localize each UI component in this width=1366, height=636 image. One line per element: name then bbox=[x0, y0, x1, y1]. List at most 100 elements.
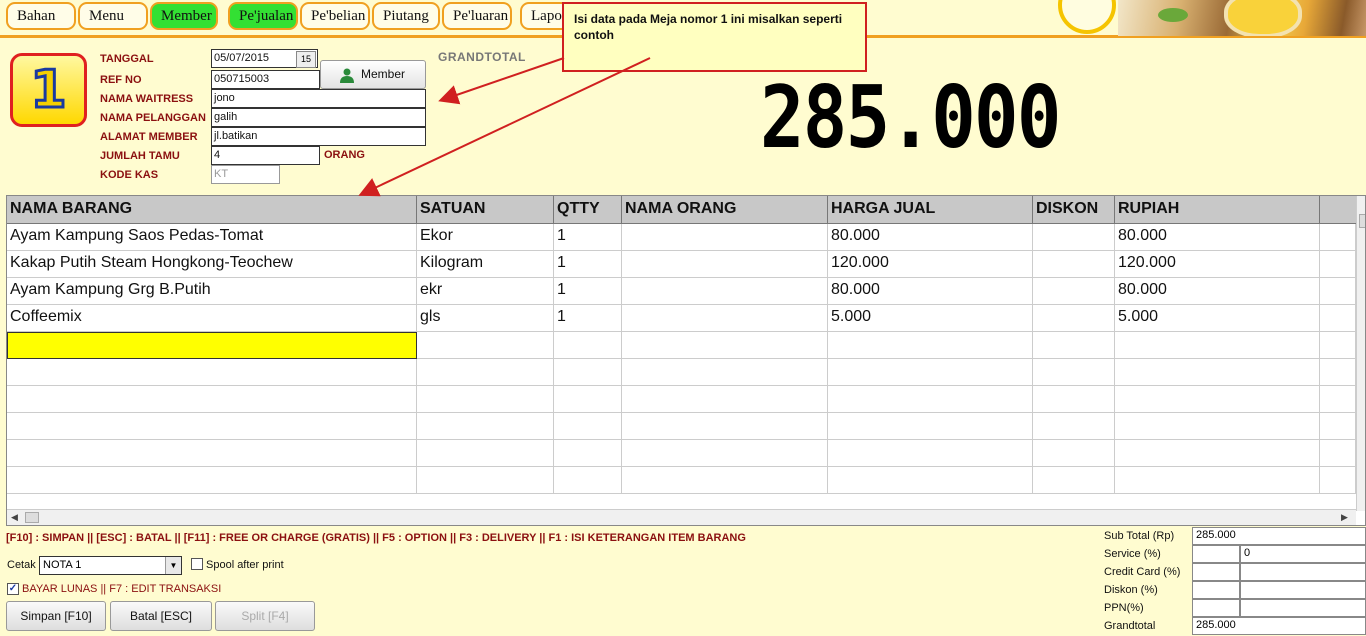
col-header-harga-jual[interactable]: HARGA JUAL bbox=[828, 196, 1033, 224]
cell-rupiah[interactable]: 80.000 bbox=[1115, 224, 1320, 251]
cell-rupiah[interactable] bbox=[1115, 413, 1320, 440]
cell-qtty[interactable]: 1 bbox=[554, 224, 622, 251]
cell-rupiah[interactable]: 5.000 bbox=[1115, 305, 1320, 332]
jumlah-tamu-field[interactable]: 4 bbox=[211, 146, 320, 165]
service-percent-field[interactable] bbox=[1192, 545, 1240, 563]
cell-nama-barang[interactable] bbox=[7, 413, 417, 440]
cell-qtty[interactable]: 1 bbox=[554, 251, 622, 278]
vertical-scrollbar[interactable] bbox=[1356, 196, 1365, 511]
ppn-percent-field[interactable] bbox=[1192, 599, 1240, 617]
cetak-select[interactable]: NOTA 1 ▼ bbox=[39, 556, 182, 575]
waitress-field[interactable]: jono bbox=[211, 89, 426, 108]
refno-field[interactable]: 050715003 bbox=[211, 70, 320, 89]
cell-diskon[interactable] bbox=[1033, 251, 1115, 278]
cell-nama-barang[interactable]: Ayam Kampung Grg B.Putih bbox=[7, 278, 417, 305]
cell-harga-jual[interactable]: 5.000 bbox=[828, 305, 1033, 332]
cell-satuan[interactable]: ekr bbox=[417, 278, 554, 305]
cell-nama-barang[interactable] bbox=[7, 440, 417, 467]
cell-satuan[interactable]: Kilogram bbox=[417, 251, 554, 278]
cell-harga-jual[interactable] bbox=[828, 413, 1033, 440]
cell-nama-orang[interactable] bbox=[622, 251, 828, 278]
cell-qtty[interactable] bbox=[554, 467, 622, 494]
cell-qtty[interactable] bbox=[554, 440, 622, 467]
simpan-button[interactable]: Simpan [F10] bbox=[6, 601, 106, 631]
cell-nama-orang[interactable] bbox=[622, 305, 828, 332]
col-header-diskon[interactable]: DISKON bbox=[1033, 196, 1115, 224]
alamat-field[interactable]: jl.batikan bbox=[211, 127, 426, 146]
col-header-nama-orang[interactable]: NAMA ORANG bbox=[622, 196, 828, 224]
cell-harga-jual[interactable] bbox=[828, 332, 1033, 359]
menu-tab-penjualan[interactable]: Pe'jualan bbox=[228, 2, 298, 30]
cell-nama-barang[interactable] bbox=[7, 467, 417, 494]
cell-rupiah[interactable] bbox=[1115, 467, 1320, 494]
cell-satuan[interactable] bbox=[417, 467, 554, 494]
cell-nama-orang[interactable] bbox=[622, 224, 828, 251]
horizontal-scroll-thumb[interactable] bbox=[25, 512, 39, 523]
diskon-percent-field[interactable] bbox=[1192, 581, 1240, 599]
bayar-lunas-checkbox[interactable]: ✓ bbox=[7, 583, 19, 595]
cell-satuan[interactable] bbox=[417, 386, 554, 413]
cell-diskon[interactable] bbox=[1033, 278, 1115, 305]
credit-card-percent-field[interactable] bbox=[1192, 563, 1240, 581]
cell-harga-jual[interactable]: 120.000 bbox=[828, 251, 1033, 278]
cell-qtty[interactable] bbox=[554, 332, 622, 359]
cell-diskon[interactable] bbox=[1033, 224, 1115, 251]
spool-checkbox[interactable] bbox=[191, 558, 203, 570]
cell-diskon[interactable] bbox=[1033, 332, 1115, 359]
scroll-right-arrow-icon[interactable]: ▶ bbox=[1341, 512, 1348, 523]
cell-diskon[interactable] bbox=[1033, 467, 1115, 494]
cell-diskon[interactable] bbox=[1033, 413, 1115, 440]
cell-nama-orang[interactable] bbox=[622, 413, 828, 440]
cell-satuan[interactable] bbox=[417, 413, 554, 440]
cell-rupiah[interactable] bbox=[1115, 386, 1320, 413]
cell-harga-jual[interactable]: 80.000 bbox=[828, 224, 1033, 251]
col-header-rupiah[interactable]: RUPIAH bbox=[1115, 196, 1320, 224]
cell-nama-barang[interactable]: Ayam Kampung Saos Pedas-Tomat bbox=[7, 224, 417, 251]
cell-qtty[interactable] bbox=[554, 386, 622, 413]
menu-tab-pembelian[interactable]: Pe'belian bbox=[300, 2, 370, 30]
cell-diskon[interactable] bbox=[1033, 305, 1115, 332]
member-button[interactable]: Member bbox=[320, 60, 426, 89]
cell-nama-barang[interactable]: Kakap Putih Steam Hongkong-Teochew bbox=[7, 251, 417, 278]
cell-rupiah[interactable]: 80.000 bbox=[1115, 278, 1320, 305]
cell-nama-orang[interactable] bbox=[622, 440, 828, 467]
cell-nama-barang[interactable] bbox=[7, 332, 417, 359]
cell-satuan[interactable] bbox=[417, 359, 554, 386]
cell-diskon[interactable] bbox=[1033, 386, 1115, 413]
cell-qtty[interactable]: 1 bbox=[554, 305, 622, 332]
cell-satuan[interactable] bbox=[417, 332, 554, 359]
cell-satuan[interactable]: gls bbox=[417, 305, 554, 332]
cell-rupiah[interactable] bbox=[1115, 359, 1320, 386]
chevron-down-icon[interactable]: ▼ bbox=[165, 557, 181, 574]
cell-qtty[interactable] bbox=[554, 413, 622, 440]
cell-rupiah[interactable] bbox=[1115, 332, 1320, 359]
cell-nama-orang[interactable] bbox=[622, 278, 828, 305]
cell-harga-jual[interactable] bbox=[828, 359, 1033, 386]
horizontal-scrollbar[interactable]: ◀ ▶ bbox=[7, 509, 1356, 525]
cell-qtty[interactable] bbox=[554, 359, 622, 386]
menu-tab-member[interactable]: Member bbox=[150, 2, 218, 30]
split-button[interactable]: Split [F4] bbox=[215, 601, 315, 631]
cell-rupiah[interactable]: 120.000 bbox=[1115, 251, 1320, 278]
menu-tab-menu[interactable]: Menu bbox=[78, 2, 148, 30]
cell-satuan[interactable] bbox=[417, 440, 554, 467]
cell-harga-jual[interactable] bbox=[828, 386, 1033, 413]
calendar-button[interactable]: 15 bbox=[296, 51, 316, 68]
batal-button[interactable]: Batal [ESC] bbox=[110, 601, 212, 631]
menu-tab-bahan[interactable]: Bahan bbox=[6, 2, 76, 30]
col-header-nama-barang[interactable]: NAMA BARANG bbox=[7, 196, 417, 224]
cell-rupiah[interactable] bbox=[1115, 440, 1320, 467]
cell-harga-jual[interactable]: 80.000 bbox=[828, 278, 1033, 305]
col-header-satuan[interactable]: SATUAN bbox=[417, 196, 554, 224]
cell-harga-jual[interactable] bbox=[828, 440, 1033, 467]
cell-nama-barang[interactable]: Coffeemix bbox=[7, 305, 417, 332]
vertical-scroll-thumb[interactable] bbox=[1359, 214, 1365, 228]
cell-satuan[interactable]: Ekor bbox=[417, 224, 554, 251]
cell-nama-orang[interactable] bbox=[622, 359, 828, 386]
cell-diskon[interactable] bbox=[1033, 440, 1115, 467]
cell-harga-jual[interactable] bbox=[828, 467, 1033, 494]
pelanggan-field[interactable]: galih bbox=[211, 108, 426, 127]
cell-nama-orang[interactable] bbox=[622, 386, 828, 413]
cell-nama-barang[interactable] bbox=[7, 386, 417, 413]
cell-qtty[interactable]: 1 bbox=[554, 278, 622, 305]
